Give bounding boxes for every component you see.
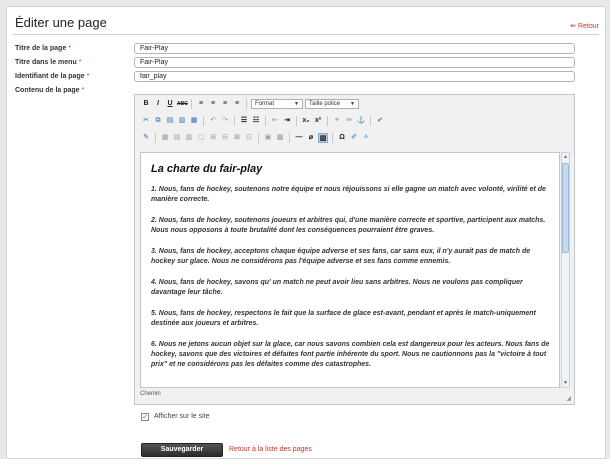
image-icon[interactable]: ✐ <box>349 133 359 143</box>
toolbar-separator <box>155 133 156 143</box>
menu-title-input[interactable] <box>134 57 575 68</box>
table-icon[interactable]: ▦ <box>160 133 170 143</box>
italic-icon[interactable]: I <box>153 99 163 109</box>
content-paragraph: 4. Nous, fans de hockey, savons qu' un m… <box>151 279 523 296</box>
indent-icon[interactable]: ⇥ <box>282 116 292 126</box>
align-center-icon[interactable]: ≡ <box>208 99 218 109</box>
back-arrow-icon: ⇚ <box>570 23 576 30</box>
special-char-icon[interactable]: Ω <box>337 133 347 143</box>
link-icon[interactable]: ⚭ <box>332 116 342 126</box>
required-mark: * <box>86 73 90 80</box>
numbered-list-icon[interactable]: ☷ <box>251 116 261 126</box>
table-cell-icon[interactable]: ▢ <box>196 133 206 143</box>
identifier-label: Identifiant de la page * <box>15 73 90 80</box>
save-button[interactable]: Sauvegarder <box>141 443 223 457</box>
table-row-icon[interactable]: ▤ <box>172 133 182 143</box>
undo-icon[interactable]: ↶ <box>208 116 218 126</box>
redo-icon[interactable]: ↷ <box>220 116 230 126</box>
menu-title-label: Titre dans le menu * <box>15 59 82 66</box>
toolbar-separator <box>327 116 328 126</box>
strikethrough-icon[interactable]: ABC <box>177 99 188 109</box>
paste-text-icon[interactable]: ▥ <box>177 116 187 126</box>
align-left-icon[interactable]: ≡ <box>196 99 206 109</box>
required-mark: * <box>78 59 82 66</box>
page-title: Éditer une page <box>15 15 107 30</box>
toolbar-separator <box>258 133 259 143</box>
title-divider <box>13 34 599 35</box>
back-link-label: Retour <box>577 23 599 30</box>
subscript-icon[interactable]: x₂ <box>301 116 311 126</box>
toolbar-separator <box>265 116 266 126</box>
paste-word-icon[interactable]: ▦ <box>189 116 199 126</box>
align-right-icon[interactable]: ≡ <box>220 99 230 109</box>
toolbar-separator <box>296 116 297 126</box>
toolbar-separator <box>246 99 247 109</box>
align-justify-icon[interactable]: ≡ <box>232 99 242 109</box>
back-link[interactable]: ⇚ Retour <box>570 22 599 30</box>
toolbar-separator <box>191 99 192 109</box>
delete-row-icon[interactable]: ⊟ <box>220 133 230 143</box>
content-paragraph: 3. Nous, fans de hockey, acceptons chaqu… <box>151 248 531 265</box>
page-title-label: Titre de la page * <box>15 45 71 52</box>
format-select[interactable]: Format ▼ <box>251 99 303 109</box>
toolbar-separator <box>234 116 235 126</box>
edit-page-panel: Éditer une page ⇚ Retour Titre de la page… <box>6 6 606 459</box>
content-label: Contenu de la page * <box>15 87 85 94</box>
bullet-list-icon[interactable]: ☰ <box>239 116 249 126</box>
bold-icon[interactable]: B <box>141 99 151 109</box>
required-mark: * <box>81 87 85 94</box>
editor-scrollbar[interactable]: ▲ ▼ <box>561 152 570 388</box>
content-paragraph: 2. Nous, fans de hockey, soutenons joueu… <box>151 217 546 234</box>
toolbar-separator <box>370 116 371 126</box>
paste-icon[interactable]: ▤ <box>165 116 175 126</box>
scroll-down-icon[interactable]: ▼ <box>562 379 569 387</box>
layer-icon[interactable]: ▣ <box>263 133 273 143</box>
underline-icon[interactable]: U <box>165 99 175 109</box>
show-on-site-label: Afficher sur le site <box>154 413 210 420</box>
chevron-down-icon: ▼ <box>350 101 355 107</box>
chevron-down-icon: ▼ <box>294 101 299 107</box>
required-mark: * <box>68 45 71 52</box>
show-on-site-checkbox[interactable]: ✓ <box>141 413 149 421</box>
content-paragraph: 6. Nous ne jetons aucun objet sur la gla… <box>151 341 550 368</box>
return-to-list-link[interactable]: Retour à la liste des pages <box>229 446 312 453</box>
identifier-input[interactable] <box>134 71 575 82</box>
editor-toolbar-row-3: ✎ ▦ ▤ ▥ ▢ ⊞ ⊟ ⊠ ⊡ ▣ ▩ — ⌀ ▧ Ω ✐ ✧ <box>141 132 371 144</box>
horizontal-rule-icon[interactable]: — <box>294 133 304 143</box>
editor-toolbar-row-1: B I U ABC ≡ ≡ ≡ ≡ Format ▼ Taille police ▼ <box>141 98 359 110</box>
anchor-icon[interactable]: ⚓ <box>356 116 366 126</box>
content-heading: La charte du fair-play <box>151 163 263 175</box>
editor-path-label: Chemin <box>140 391 161 397</box>
toolbar-separator <box>203 116 204 126</box>
font-size-select[interactable]: Taille police ▼ <box>305 99 359 109</box>
toolbar-separator <box>332 133 333 143</box>
edit-source-icon[interactable]: ✎ <box>141 133 151 143</box>
unlink-icon[interactable]: ⚮ <box>344 116 354 126</box>
page-title-input[interactable] <box>134 43 575 54</box>
scroll-up-icon[interactable]: ▲ <box>562 153 569 161</box>
editor-content-area[interactable]: La charte du fair-play 1. Nous, fans de … <box>140 152 560 388</box>
content-paragraph: 1. Nous, fans de hockey, soutenons notre… <box>151 186 546 203</box>
insert-row-icon[interactable]: ⊞ <box>208 133 218 143</box>
cut-icon[interactable]: ✂ <box>141 116 151 126</box>
split-cells-icon[interactable]: ⊡ <box>244 133 254 143</box>
toolbar-separator <box>289 133 290 143</box>
scroll-thumb[interactable] <box>562 163 569 253</box>
resize-grip-icon[interactable]: ◢ <box>566 395 571 402</box>
superscript-icon[interactable]: x² <box>313 116 323 126</box>
outdent-icon[interactable]: ⇤ <box>270 116 280 126</box>
content-paragraph: 5. Nous, fans de hockey, respectons le f… <box>151 310 536 327</box>
merge-cells-icon[interactable]: ⊠ <box>232 133 242 143</box>
rich-text-editor: B I U ABC ≡ ≡ ≡ ≡ Format ▼ Taille police ▼… <box>134 94 575 405</box>
copy-icon[interactable]: ⧉ <box>153 116 163 126</box>
cleanup-icon[interactable]: ✧ <box>361 133 371 143</box>
spellcheck-icon[interactable]: ✔ <box>375 116 385 126</box>
visual-aid-icon[interactable]: ▧ <box>318 133 328 143</box>
absolute-position-icon[interactable]: ▩ <box>275 133 285 143</box>
remove-format-icon[interactable]: ⌀ <box>306 133 316 143</box>
table-column-icon[interactable]: ▥ <box>184 133 194 143</box>
editor-toolbar-row-2: ✂ ⧉ ▤ ▥ ▦ ↶ ↷ ☰ ☷ ⇤ ⇥ x₂ x² ⚭ ⚮ ⚓ ✔ <box>141 115 385 127</box>
